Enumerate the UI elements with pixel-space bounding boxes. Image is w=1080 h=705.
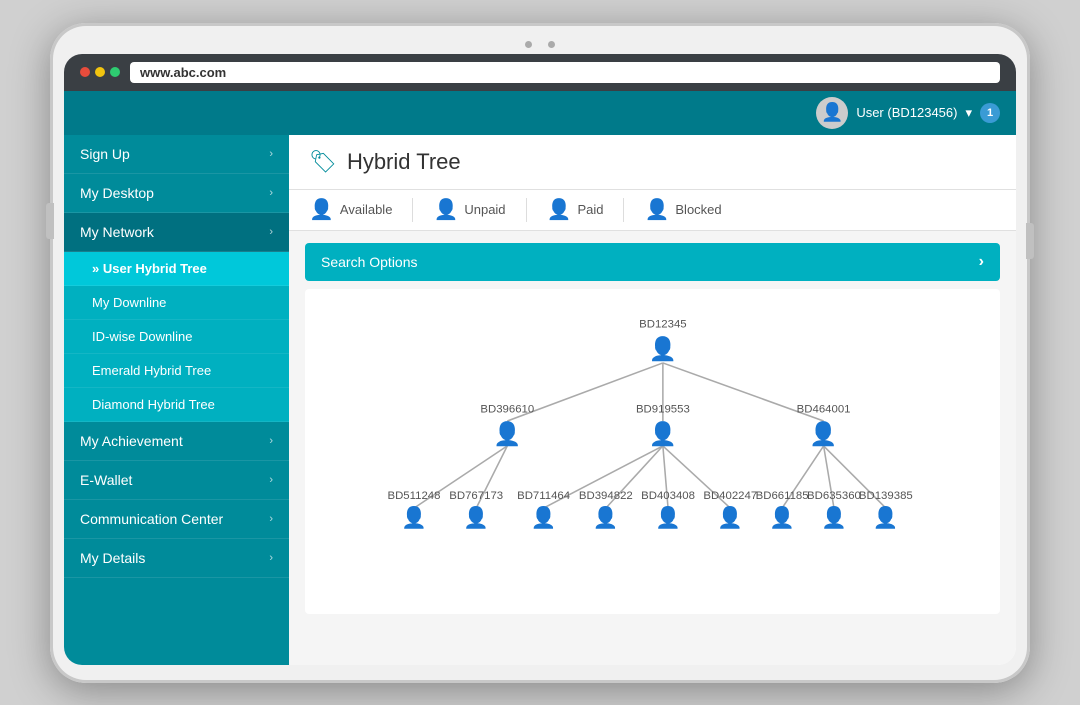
tree-svg: BD12345 👤 BD396610 👤 BD919553 👤 BD464001… — [325, 309, 980, 589]
sidebar-subitem-user-hybrid-tree[interactable]: » User Hybrid Tree — [64, 252, 289, 286]
node-icon-bd711464[interactable]: 👤 — [531, 505, 557, 529]
node-label-bd12345: BD12345 — [639, 318, 687, 330]
legend-divider-2 — [526, 198, 527, 222]
page-header: 🏷 Hybrid Tree — [289, 135, 1016, 190]
legend-paid: 👤 Paid — [547, 200, 604, 220]
node-icon-bd12345[interactable]: 👤 — [649, 335, 677, 361]
sidebar-subitem-id-wise-downline[interactable]: ID-wise Downline — [64, 320, 289, 354]
main-content: 🏷 Hybrid Tree 👤 Available 👤 Unpaid — [289, 135, 1016, 665]
dot-yellow — [95, 67, 105, 77]
sidebar-item-my-desktop[interactable]: My Desktop › — [64, 174, 289, 213]
top-nav: 👤 User (BD123456) ▾ 1 — [64, 91, 1016, 135]
sidebar: Sign Up › My Desktop › My Network › » Us… — [64, 135, 289, 665]
user-label[interactable]: User (BD123456) — [856, 105, 957, 120]
person-icon-paid: 👤 — [547, 200, 572, 220]
chevron-communication-center: › — [269, 513, 273, 525]
node-label-bd661185: BD661185 — [756, 489, 809, 501]
side-button-left — [46, 203, 54, 239]
chevron-sign-up: › — [269, 148, 273, 160]
search-options-bar[interactable]: Search Options › — [305, 243, 1000, 281]
node-icon-bd661185[interactable]: 👤 — [769, 505, 795, 529]
chevron-my-network: › — [269, 226, 273, 238]
sidebar-subitem-my-downline[interactable]: My Downline — [64, 286, 289, 320]
tablet-frame: www.abc.com 👤 User (BD123456) ▾ 1 Sign U… — [50, 23, 1030, 683]
sidebar-item-my-details[interactable]: My Details › — [64, 539, 289, 578]
node-label-bd396610: BD396610 — [480, 403, 534, 415]
person-icon-available: 👤 — [309, 200, 334, 220]
tablet-camera — [64, 41, 1016, 48]
dropdown-arrow[interactable]: ▾ — [965, 105, 972, 121]
page-title-tag: 🏷 — [309, 149, 337, 175]
node-icon-bd635360[interactable]: 👤 — [821, 505, 847, 529]
sidebar-submenu-my-network: » User Hybrid Tree My Downline ID-wise D… — [64, 252, 289, 422]
browser-dots — [80, 67, 120, 77]
node-label-bd767173: BD767173 — [449, 489, 503, 501]
node-icon-bd767173[interactable]: 👤 — [463, 505, 489, 529]
search-options-arrow: › — [979, 253, 984, 271]
legend-available: 👤 Available — [309, 200, 392, 220]
page-title: Hybrid Tree — [347, 149, 461, 175]
dot-green — [110, 67, 120, 77]
legend-bar: 👤 Available 👤 Unpaid 👤 Paid — [289, 190, 1016, 231]
sidebar-item-communication-center[interactable]: Communication Center › — [64, 500, 289, 539]
chevron-e-wallet: › — [269, 474, 273, 486]
node-label-bd711464: BD711464 — [517, 489, 570, 501]
node-label-bd919553: BD919553 — [636, 403, 690, 415]
sidebar-item-e-wallet[interactable]: E-Wallet › — [64, 461, 289, 500]
node-label-bd635360: BD635360 — [807, 489, 861, 501]
tree-container: BD12345 👤 BD396610 👤 BD919553 👤 BD464001… — [305, 289, 1000, 614]
side-button-right — [1026, 223, 1034, 259]
legend-divider-1 — [412, 198, 413, 222]
node-icon-bd139385[interactable]: 👤 — [873, 505, 899, 529]
sidebar-subitem-emerald-hybrid-tree[interactable]: Emerald Hybrid Tree — [64, 354, 289, 388]
node-label-bd402247: BD402247 — [703, 489, 757, 501]
sidebar-subitem-diamond-hybrid-tree[interactable]: Diamond Hybrid Tree — [64, 388, 289, 422]
search-options-label: Search Options — [321, 254, 418, 270]
legend-blocked: 👤 Blocked — [644, 200, 721, 220]
legend-unpaid: 👤 Unpaid — [433, 200, 505, 220]
chevron-my-details: › — [269, 552, 273, 564]
node-label-bd394822: BD394822 — [579, 489, 633, 501]
dot-red — [80, 67, 90, 77]
sidebar-item-my-network[interactable]: My Network › — [64, 213, 289, 252]
node-icon-bd394822[interactable]: 👤 — [593, 505, 619, 529]
app-body: Sign Up › My Desktop › My Network › » Us… — [64, 135, 1016, 665]
person-icon-unpaid: 👤 — [433, 200, 458, 220]
node-label-bd511248: BD511248 — [387, 489, 440, 501]
node-icon-bd403408[interactable]: 👤 — [655, 505, 681, 529]
legend-divider-3 — [623, 198, 624, 222]
user-avatar-icon: 👤 — [816, 97, 848, 129]
notification-badge[interactable]: 1 — [980, 103, 1000, 123]
node-icon-bd396610[interactable]: 👤 — [493, 420, 521, 446]
node-icon-bd919553[interactable]: 👤 — [649, 420, 677, 446]
node-icon-bd464001[interactable]: 👤 — [809, 420, 837, 446]
chevron-my-achievement: › — [269, 435, 273, 447]
camera-dot-1 — [525, 41, 532, 48]
browser-content: www.abc.com 👤 User (BD123456) ▾ 1 Sign U… — [64, 54, 1016, 665]
camera-dot-2 — [548, 41, 555, 48]
node-label-bd464001: BD464001 — [797, 403, 851, 415]
sidebar-item-my-achievement[interactable]: My Achievement › — [64, 422, 289, 461]
browser-url[interactable]: www.abc.com — [130, 62, 1000, 83]
node-label-bd139385: BD139385 — [859, 489, 913, 501]
node-icon-bd402247[interactable]: 👤 — [717, 505, 743, 529]
sidebar-item-sign-up[interactable]: Sign Up › — [64, 135, 289, 174]
node-icon-bd511248[interactable]: 👤 — [401, 505, 427, 529]
node-label-bd403408: BD403408 — [641, 489, 695, 501]
person-icon-blocked: 👤 — [644, 200, 669, 220]
chevron-my-desktop: › — [269, 187, 273, 199]
browser-bar: www.abc.com — [64, 54, 1016, 91]
